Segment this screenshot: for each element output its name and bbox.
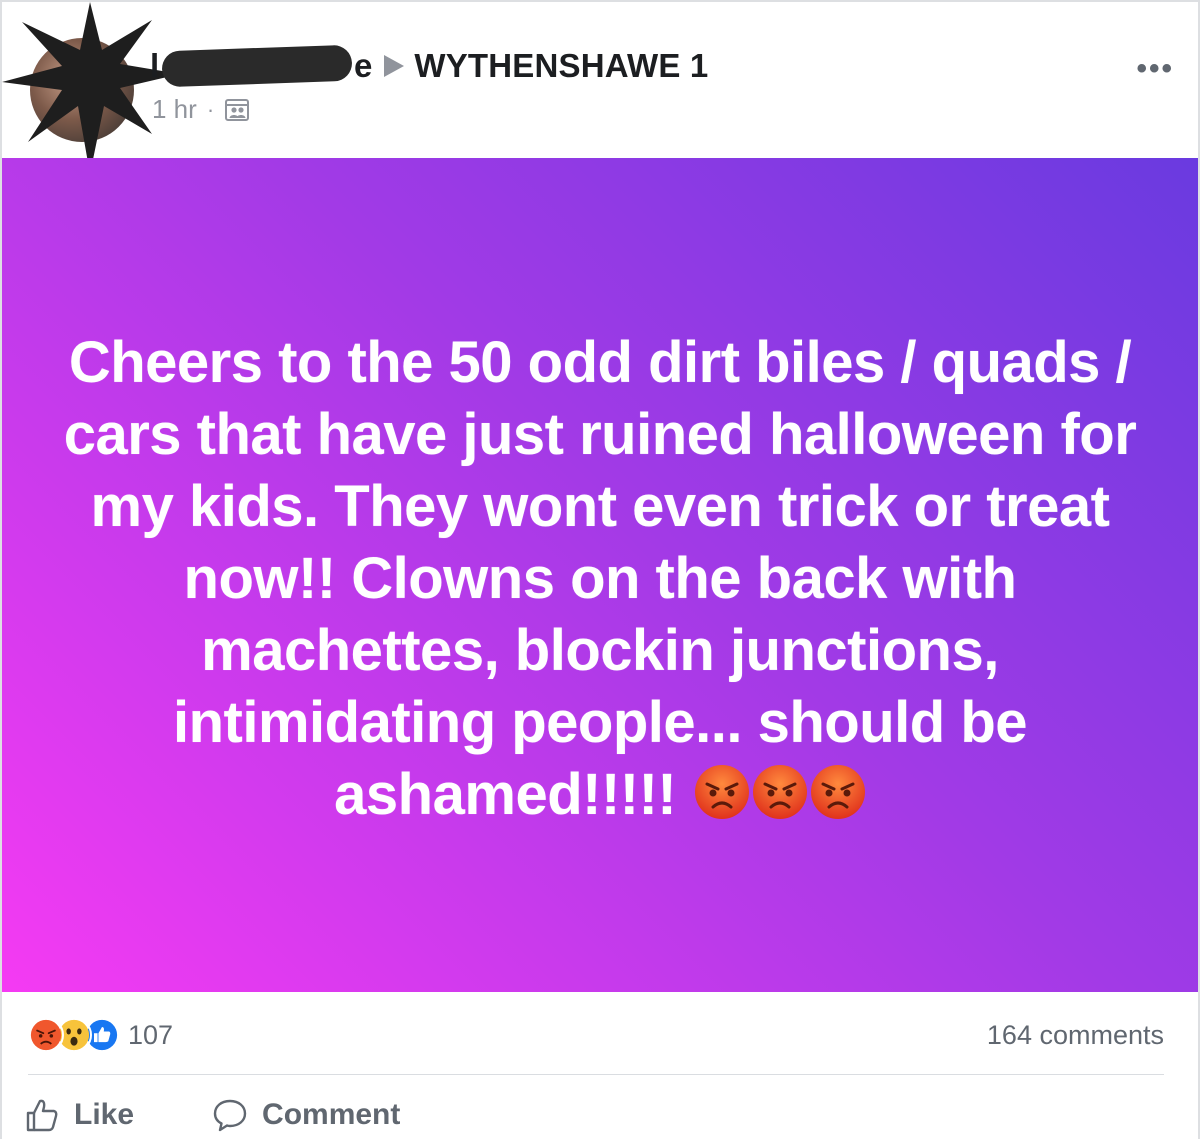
angry-face-icon	[694, 765, 749, 819]
reaction-count[interactable]: 107	[128, 1020, 173, 1051]
reaction-icons[interactable]: 107	[28, 1017, 173, 1053]
like-label: Like	[74, 1098, 135, 1131]
feed-post: l e WYTHENSHAWE 1 1 hr · ••• Cheers to t…	[0, 0, 1200, 1139]
meta-separator: ·	[206, 96, 215, 122]
post-header: l e WYTHENSHAWE 1 1 hr · •••	[2, 2, 1198, 174]
post-timestamp[interactable]: 1 hr	[152, 94, 197, 125]
post-actions: Like Comment	[24, 1088, 400, 1139]
censor-star-icon	[2, 2, 180, 174]
redacted-name	[161, 44, 353, 88]
comment-label: Comment	[262, 1098, 401, 1131]
author-name-end[interactable]: e	[354, 47, 372, 85]
post-text-block: Cheers to the 50 odd dirt biles / quads …	[62, 327, 1138, 831]
comments-count[interactable]: 164 comments	[987, 1020, 1164, 1051]
angry-reaction-icon	[28, 1017, 64, 1053]
post-meta: 1 hr ·	[152, 94, 250, 125]
group-audience-icon[interactable]	[224, 97, 250, 123]
angry-face-icon	[810, 765, 865, 819]
author-name-start[interactable]: l	[150, 47, 160, 85]
shared-to-arrow-icon	[384, 55, 405, 77]
post-background: Cheers to the 50 odd dirt biles / quads …	[2, 158, 1198, 992]
author-and-group: l e WYTHENSHAWE 1	[150, 44, 708, 88]
group-name-link[interactable]: WYTHENSHAWE 1	[414, 47, 708, 85]
reactions-summary: 107 164 comments	[28, 1012, 1164, 1058]
post-text: Cheers to the 50 odd dirt biles / quads …	[63, 330, 1137, 827]
angry-face-icon	[752, 765, 807, 819]
divider	[28, 1074, 1164, 1075]
comment-button[interactable]: Comment	[212, 1097, 400, 1133]
more-options-icon[interactable]: •••	[1136, 52, 1174, 86]
thumbs-up-icon	[26, 1099, 58, 1132]
like-button[interactable]: Like	[24, 1097, 134, 1133]
comment-bubble-icon	[213, 1099, 247, 1132]
